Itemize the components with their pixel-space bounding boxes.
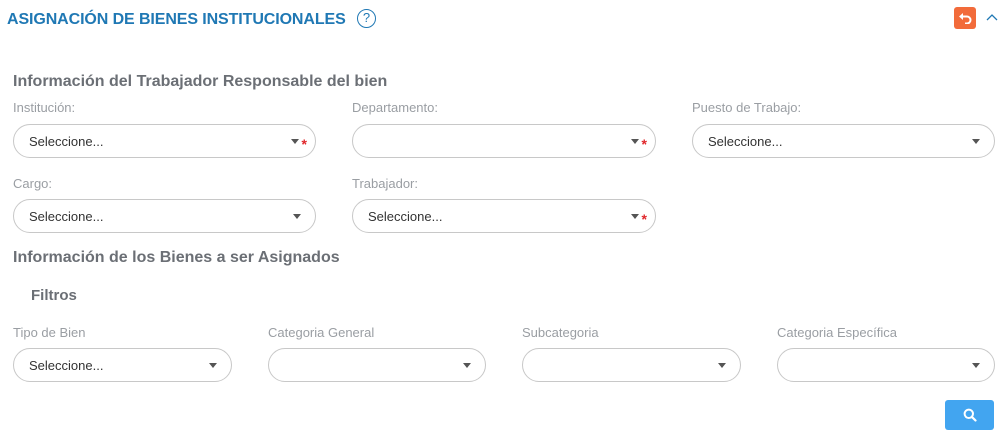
puesto-select[interactable]: Seleccione... xyxy=(692,124,995,158)
required-mark: * xyxy=(641,136,647,152)
tipo-bien-value: Seleccione... xyxy=(29,358,104,373)
subcategoria-select[interactable] xyxy=(522,348,741,382)
chevron-down-icon xyxy=(631,214,639,219)
departamento-select[interactable]: * xyxy=(352,124,656,158)
back-button[interactable] xyxy=(954,7,976,29)
institucion-select[interactable]: Seleccione... * xyxy=(13,124,316,158)
chevron-down-icon xyxy=(972,139,980,144)
chevron-down-icon xyxy=(631,139,639,144)
institucion-label: Institución: xyxy=(13,100,76,115)
panel-header: ASIGNACIÓN DE BIENES INSTITUCIONALES ? xyxy=(0,0,1000,40)
assets-section-title: Información de los Bienes a ser Asignado… xyxy=(13,249,340,266)
categoria-general-label: Categoria General xyxy=(268,325,375,340)
search-button[interactable] xyxy=(945,400,994,430)
trabajador-label: Trabajador: xyxy=(352,176,418,191)
departamento-label: Departamento: xyxy=(352,100,438,115)
tipo-bien-label: Tipo de Bien xyxy=(13,325,86,340)
required-mark: * xyxy=(301,136,307,152)
chevron-down-icon xyxy=(463,363,471,368)
chevron-down-icon xyxy=(209,363,217,368)
tipo-bien-select[interactable]: Seleccione... xyxy=(13,348,232,382)
chevron-down-icon xyxy=(293,214,301,219)
filters-title: Filtros xyxy=(31,287,77,304)
page-title: ASIGNACIÓN DE BIENES INSTITUCIONALES xyxy=(7,11,346,28)
chevron-down-icon xyxy=(718,363,726,368)
cargo-select[interactable]: Seleccione... xyxy=(13,199,316,233)
puesto-label: Puesto de Trabajo: xyxy=(692,100,802,115)
cargo-label: Cargo: xyxy=(13,176,53,191)
chevron-down-icon xyxy=(291,139,299,144)
search-icon xyxy=(963,408,977,422)
categoria-especifica-label: Categoria Específica xyxy=(777,325,897,340)
help-icon[interactable]: ? xyxy=(357,9,376,28)
categoria-general-select[interactable] xyxy=(268,348,486,382)
institucion-value: Seleccione... xyxy=(29,134,104,149)
required-mark: * xyxy=(641,211,647,227)
chevron-down-icon xyxy=(972,363,980,368)
trabajador-value: Seleccione... xyxy=(368,209,443,224)
puesto-value: Seleccione... xyxy=(708,134,783,149)
cargo-value: Seleccione... xyxy=(29,209,104,224)
categoria-especifica-select[interactable] xyxy=(777,348,995,382)
trabajador-select[interactable]: Seleccione... * xyxy=(352,199,656,233)
undo-arrow-icon xyxy=(959,13,972,24)
worker-section-title: Información del Trabajador Responsable d… xyxy=(13,73,388,90)
subcategoria-label: Subcategoria xyxy=(522,325,599,340)
chevron-up-icon[interactable] xyxy=(984,9,1000,25)
